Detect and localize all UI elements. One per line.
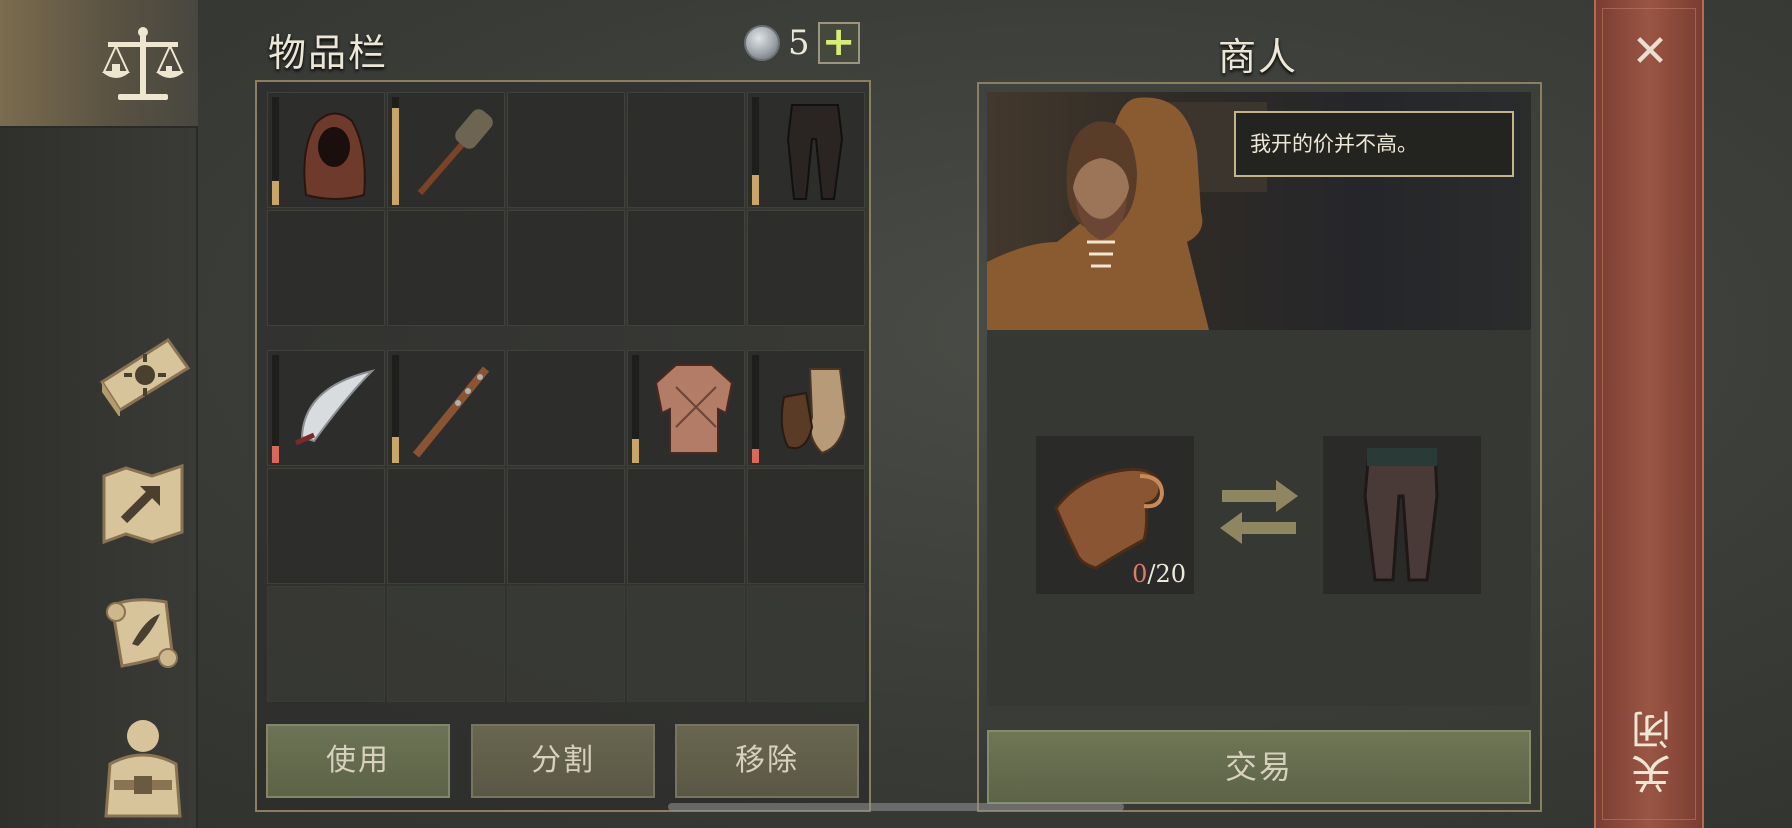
inventory-slot-scimitar[interactable] (267, 350, 385, 466)
inventory-slot-pants[interactable] (747, 92, 865, 208)
inventory-slot-empty[interactable] (507, 92, 625, 208)
inventory-slot-empty[interactable] (507, 586, 625, 702)
inventory-slot-empty[interactable] (627, 468, 745, 584)
inventory-slot-empty[interactable] (507, 350, 625, 466)
silver-coin-icon (744, 25, 780, 61)
trade-button[interactable]: 交易 (987, 730, 1531, 804)
spiked-club-icon (412, 366, 490, 458)
leather-gloves-icon (780, 368, 848, 455)
inventory-slot-empty[interactable] (387, 586, 505, 702)
inventory-slot-empty[interactable] (267, 210, 385, 326)
inventory-slot-spiked-club[interactable] (387, 350, 505, 466)
inventory-slot-hood[interactable] (267, 92, 385, 208)
nav-divider (196, 128, 198, 828)
durability-bar (752, 355, 759, 463)
quest-scroll-icon[interactable] (102, 592, 184, 676)
inventory-slot-empty[interactable] (747, 586, 865, 702)
quilted-jacket-icon (654, 364, 734, 454)
scimitar-icon (294, 369, 376, 446)
inventory-slot-quilted-jacket[interactable] (627, 350, 745, 466)
inventory-slot-empty[interactable] (267, 468, 385, 584)
durability-bar (272, 355, 279, 463)
split-button[interactable]: 分割 (471, 724, 655, 798)
add-currency-button[interactable]: + (817, 22, 860, 64)
wooden-club-icon (417, 109, 493, 195)
pants-icon (1363, 448, 1439, 582)
merchant-speech-bubble: 我开的价并不高。 (1234, 111, 1514, 177)
exchange-arrows-icon (1218, 476, 1300, 548)
hood-icon (303, 112, 366, 200)
durability-bar (392, 355, 399, 463)
use-button[interactable]: 使用 (266, 724, 450, 798)
inventory-slot-leather-gloves[interactable] (747, 350, 865, 466)
inventory-grid-bottom (267, 350, 865, 702)
durability-bar (752, 97, 759, 205)
inventory-slot-empty[interactable] (507, 468, 625, 584)
inventory-slot-empty[interactable] (507, 210, 625, 326)
inventory-slot-empty[interactable] (747, 468, 865, 584)
inventory-slot-wooden-club[interactable] (387, 92, 505, 208)
inventory-slot-empty[interactable] (387, 210, 505, 326)
inventory-slot-empty[interactable] (627, 586, 745, 702)
coin-count: 5 (788, 23, 810, 63)
inventory-slot-empty[interactable] (747, 210, 865, 326)
inventory-grid-top (267, 92, 865, 326)
trade-receive-slot[interactable] (1323, 436, 1481, 594)
inventory-slot-empty[interactable] (267, 586, 385, 702)
offer-count: 0/20 (1132, 560, 1186, 588)
inventory-slot-empty[interactable] (627, 210, 745, 326)
sun-book-icon[interactable] (96, 332, 190, 416)
trade-offer-slot[interactable]: 0/20 (1036, 436, 1194, 594)
close-icon[interactable]: ✕ (1628, 30, 1672, 74)
inventory-slot-empty[interactable] (627, 92, 745, 208)
merchant-title: 商人 (1218, 35, 1299, 79)
close-button-label[interactable]: 关闭 (1626, 706, 1678, 794)
remove-button[interactable]: 移除 (675, 724, 859, 798)
pants-icon (786, 104, 844, 200)
character-icon[interactable] (100, 712, 186, 820)
close-panel-border (1602, 8, 1696, 820)
durability-bar (632, 355, 639, 463)
scales-icon[interactable] (100, 24, 186, 104)
currency-display: 5 + (744, 22, 860, 64)
home-indicator[interactable] (668, 803, 1124, 811)
durability-bar (272, 97, 279, 205)
inventory-title: 物品栏 (268, 31, 389, 75)
map-icon[interactable] (100, 462, 186, 546)
inventory-slot-empty[interactable] (387, 468, 505, 584)
durability-bar (392, 97, 399, 205)
